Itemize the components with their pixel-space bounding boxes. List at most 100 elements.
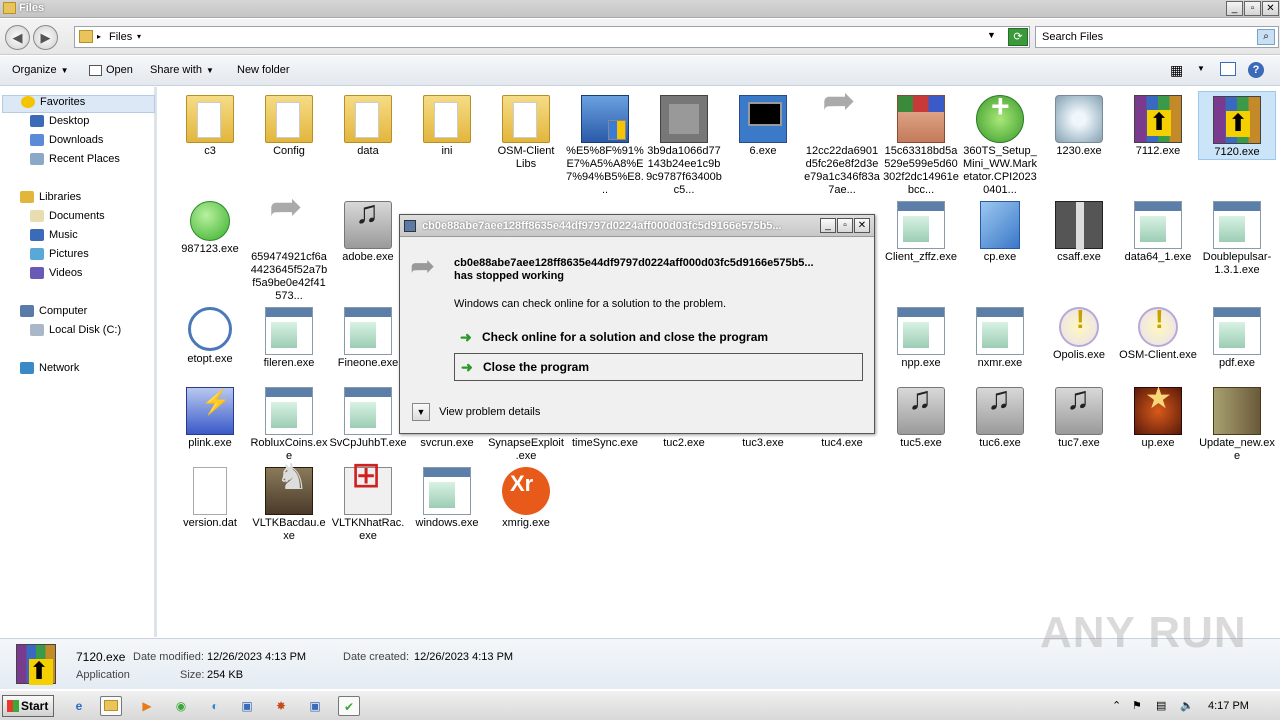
chevron-down-icon[interactable]: ▼	[412, 403, 430, 421]
nav-network[interactable]: Network	[20, 362, 79, 380]
check-online-button[interactable]: ➜ Check online for a solution and close …	[454, 324, 863, 352]
file-item[interactable]: Client_zffz.exe	[882, 197, 960, 264]
file-item[interactable]: Config	[250, 91, 328, 158]
nav-libraries[interactable]: Libraries	[20, 191, 81, 209]
file-item[interactable]: tuc6.exe	[961, 383, 1039, 450]
file-item[interactable]: c3	[171, 91, 249, 158]
nav-recent-places[interactable]: Recent Places	[30, 153, 120, 171]
file-item[interactable]: OSM-Client.exe	[1119, 303, 1197, 362]
file-item[interactable]: windows.exe	[408, 463, 486, 530]
file-item-selected[interactable]: 7120.exe	[1198, 91, 1276, 160]
refresh-button[interactable]: ⟳	[1008, 28, 1028, 46]
nav-pictures[interactable]: Pictures	[30, 248, 89, 266]
file-item[interactable]: tuc7.exe	[1040, 383, 1118, 450]
back-button[interactable]: ◀	[5, 25, 30, 50]
application-icon	[344, 387, 392, 435]
maximize-button[interactable]: ▫	[1244, 1, 1261, 16]
search-icon[interactable]: ⌕	[1257, 29, 1275, 45]
file-item[interactable]: 987123.exe	[171, 197, 249, 256]
view-details-toggle[interactable]: ▼ View problem details	[412, 403, 540, 421]
game-emblem-icon[interactable]: ✸	[270, 696, 292, 716]
file-item[interactable]: SvCpJuhbT.exe	[329, 383, 407, 450]
file-item[interactable]: plink.exe	[171, 383, 249, 450]
search-input[interactable]: Search Files ⌕	[1035, 26, 1279, 48]
chevron-down-icon[interactable]: ▾	[137, 32, 141, 41]
chrome-icon[interactable]: ◉	[170, 696, 192, 716]
file-item[interactable]: tuc5.exe	[882, 383, 960, 450]
file-item[interactable]: fileren.exe	[250, 303, 328, 370]
file-item[interactable]: Update_new.exe	[1198, 383, 1276, 463]
chevron-down-icon[interactable]: ▼	[1197, 64, 1205, 73]
file-item[interactable]: Doublepulsar-1.3.1.exe	[1198, 197, 1276, 277]
address-dropdown-icon[interactable]: ▼	[987, 30, 996, 40]
file-item[interactable]: 6.exe	[724, 91, 802, 158]
tray-expand-icon[interactable]: ⌃	[1112, 699, 1121, 712]
network-tray-icon[interactable]: ▤	[1156, 699, 1166, 712]
file-item[interactable]: npp.exe	[882, 303, 960, 370]
nav-downloads[interactable]: Downloads	[30, 134, 103, 152]
close-program-button[interactable]: ➜ Close the program	[454, 353, 863, 381]
app-window-icon[interactable]: ▣	[236, 696, 258, 716]
file-item[interactable]: adobe.exe	[329, 197, 407, 264]
file-item[interactable]: version.dat	[171, 463, 249, 530]
warning-icon	[1138, 307, 1178, 347]
nav-videos[interactable]: Videos	[30, 267, 82, 285]
file-item[interactable]: VLTKNhatRac.exe	[329, 463, 407, 543]
file-item[interactable]: nxmr.exe	[961, 303, 1039, 370]
address-bar[interactable]: ▸ Files ▾ ▼	[74, 26, 1030, 48]
minimize-button[interactable]: _	[1226, 1, 1243, 16]
nav-computer[interactable]: Computer	[20, 305, 87, 323]
edge-icon[interactable]: ◐	[204, 696, 226, 716]
ie-icon[interactable]: e	[68, 696, 90, 716]
file-item[interactable]: 7112.exe	[1119, 91, 1197, 158]
file-item[interactable]: pdf.exe	[1198, 303, 1276, 370]
nav-music[interactable]: Music	[30, 229, 78, 247]
file-item[interactable]: 12cc22da6901d5fc26e8f2d3ee79a1c346f83a7a…	[803, 91, 881, 197]
file-item[interactable]: Opolis.exe	[1040, 303, 1118, 362]
nav-local-disk[interactable]: Local Disk (C:)	[30, 324, 121, 342]
file-item[interactable]: OSM-Client Libs	[487, 91, 565, 171]
explorer-taskbar-icon[interactable]	[100, 696, 122, 716]
close-button[interactable]: ✕	[1262, 1, 1279, 16]
breadcrumb[interactable]: Files	[109, 31, 132, 43]
media-player-icon[interactable]: ▶	[136, 696, 158, 716]
file-item[interactable]: data	[329, 91, 407, 158]
file-item[interactable]: etopt.exe	[171, 303, 249, 366]
file-item[interactable]: ini	[408, 91, 486, 158]
file-item[interactable]: 659474921cf6a4423645f52a7bf5a9be0e42f415…	[250, 197, 328, 303]
error-dialog-taskbar-icon[interactable]: ✔	[338, 696, 360, 716]
file-item[interactable]: %E5%8F%91%E7%A5%A8%E7%94%B5%E8...	[566, 91, 644, 197]
volume-icon[interactable]: 🔈	[1180, 699, 1194, 712]
file-name: npp.exe	[901, 357, 941, 369]
nav-desktop[interactable]: Desktop	[30, 115, 89, 133]
file-item[interactable]: 3b9da1066d77143b24ee1c9b9c9787f63400bc5.…	[645, 91, 723, 197]
dialog-maximize-button[interactable]: ▫	[837, 218, 853, 233]
dialog-close-button[interactable]: ✕	[854, 218, 870, 233]
file-item[interactable]: 1230.exe	[1040, 91, 1118, 158]
nav-favorites[interactable]: Favorites	[2, 95, 155, 113]
dialog-minimize-button[interactable]: _	[820, 218, 836, 233]
file-item[interactable]: xmrig.exe	[487, 463, 565, 530]
view-options-icon[interactable]: ▦	[1170, 62, 1183, 79]
help-icon[interactable]: ?	[1248, 62, 1264, 78]
new-folder-button[interactable]: New folder	[237, 64, 290, 76]
file-item[interactable]: data64_1.exe	[1119, 197, 1197, 264]
organize-button[interactable]: Organize ▼	[12, 64, 69, 76]
file-item[interactable]: Fineone.exe	[329, 303, 407, 370]
nav-documents[interactable]: Documents	[30, 210, 105, 228]
file-item[interactable]: up.exe	[1119, 383, 1197, 450]
share-with-button[interactable]: Share with ▼	[150, 64, 214, 76]
file-item[interactable]: VLTKBacdau.exe	[250, 463, 328, 543]
forward-button[interactable]: ▶	[33, 25, 58, 50]
start-button[interactable]: Start	[2, 695, 54, 717]
file-item[interactable]: csaff.exe	[1040, 197, 1118, 264]
file-item[interactable]: cp.exe	[961, 197, 1039, 264]
open-button[interactable]: Open	[89, 64, 133, 76]
preview-pane-icon[interactable]	[1220, 62, 1236, 76]
action-center-flag-icon[interactable]: ⚑	[1132, 699, 1142, 712]
taskbar-clock[interactable]: 4:17 PM	[1208, 700, 1249, 712]
file-item[interactable]: RobluxCoins.exe	[250, 383, 328, 463]
file-item[interactable]: 360TS_Setup_Mini_WW.Marketator.CPI202304…	[961, 91, 1039, 197]
app-window-icon[interactable]: ▣	[304, 696, 326, 716]
file-item[interactable]: 15c63318bd5a529e599e5d60302f2dc14961ebcc…	[882, 91, 960, 197]
